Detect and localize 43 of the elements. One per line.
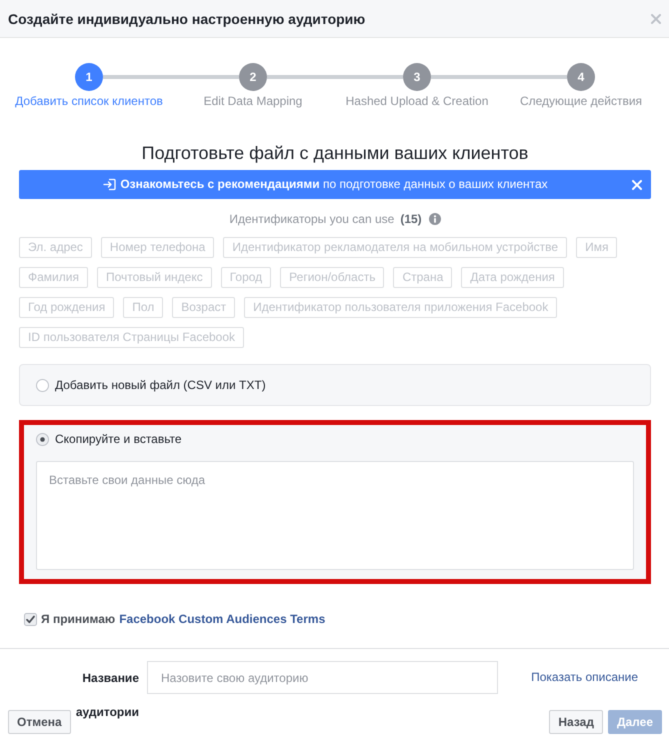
option-label[interactable]: Добавить новый файл (CSV или TXT) — [55, 377, 266, 393]
identifier-tag: ID пользователя Страницы Facebook — [19, 327, 244, 348]
checkbox[interactable] — [24, 612, 37, 626]
show-description-link[interactable]: Показать описание — [531, 661, 638, 694]
terms-link[interactable]: Facebook Custom Audiences Terms — [119, 611, 326, 627]
info-icon[interactable] — [428, 213, 441, 225]
identifier-tag: Фамилия — [19, 267, 88, 288]
step-label[interactable]: Добавить список клиентов — [7, 94, 171, 109]
section-heading: Подготовьте файл с данными ваших клиентов — [140, 142, 530, 164]
identifier-tag: Год рождения — [19, 297, 114, 318]
identifier-tag: Идентификатор пользователя приложения Facebook — [244, 297, 558, 318]
identifiers-label: Идентификаторы you can use — [229, 211, 394, 227]
step-number[interactable]: 1 — [75, 63, 103, 91]
audience-name-label: Название аудитории — [74, 670, 140, 721]
step-number[interactable]: 2 — [239, 63, 267, 91]
radio-button[interactable] — [36, 432, 49, 446]
identifier-tag: Страна — [393, 267, 452, 288]
identifier-tag: Пол — [123, 297, 164, 318]
identifier-tag: Город — [220, 267, 272, 288]
enter-arrow-icon — [103, 178, 116, 191]
identifier-tag: Регион/область — [280, 267, 384, 288]
step-label[interactable]: Edit Data Mapping — [171, 94, 335, 109]
terms-label: Я принимаю — [41, 611, 116, 627]
identifier-tag: Имя — [576, 237, 618, 258]
identifier-tag: Возраст — [172, 297, 236, 318]
step-number[interactable]: 4 — [567, 63, 595, 91]
audience-name-field[interactable]: Назовите свою аудиторию — [147, 661, 498, 694]
identifier-tag: Эл. адрес — [19, 237, 92, 258]
paste-field[interactable]: Вставьте свои данные сюда — [36, 461, 634, 570]
identifier-tag: Номер телефона — [100, 237, 214, 258]
banner-text[interactable]: Ознакомьтесь с рекомендациями по подготовке данных о ваших клиентах — [120, 177, 548, 192]
cancel-button[interactable]: Отмена — [8, 710, 71, 734]
step-number[interactable]: 3 — [403, 63, 431, 91]
radio-button[interactable] — [36, 378, 49, 392]
back-button[interactable]: Назад — [549, 710, 603, 734]
option-label[interactable]: Скопируйте и вставьте — [55, 431, 182, 447]
step-label[interactable]: Hashed Upload & Creation — [335, 94, 499, 109]
identifier-tag: Почтовый индекс — [96, 267, 212, 288]
identifiers-count: (15) — [400, 211, 422, 227]
identifier-tag: Идентификатор рекламодателя на мобильном устройстве — [223, 237, 568, 258]
step-label[interactable]: Следующие действия — [499, 94, 663, 109]
identifier-tag: Дата рождения — [461, 267, 564, 288]
dialog-title: Создайте индивидуально настроенную аудиторию — [8, 10, 366, 28]
